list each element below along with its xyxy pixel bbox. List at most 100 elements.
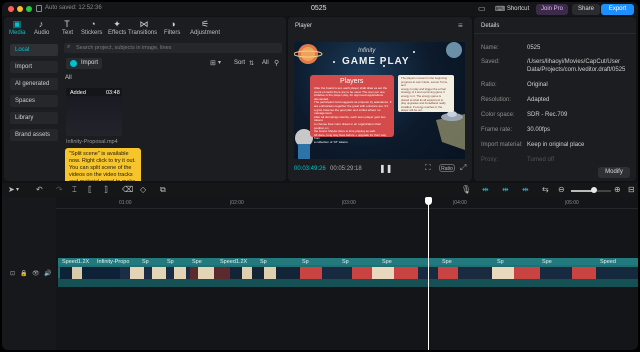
layout-icon[interactable]: ▭ [478, 4, 486, 13]
detail-value-name: 0525 [527, 45, 541, 51]
stickers-icon[interactable]: ◔ [87, 20, 99, 29]
microphone-icon[interactable]: 🎙 [461, 186, 471, 194]
track-lock-icon[interactable]: ⊡ [10, 270, 15, 277]
playhead-handle[interactable] [425, 197, 432, 205]
detail-key-import-material: Import material: [481, 142, 523, 148]
playhead[interactable] [428, 198, 429, 350]
tab-stickers[interactable]: Stickers [81, 30, 102, 36]
sort-icon[interactable]: ⇅ [249, 60, 254, 67]
clip-label: Sp [167, 259, 174, 265]
close-window-button[interactable] [8, 6, 14, 12]
time-tick: |03:00 [342, 200, 356, 206]
undo-icon[interactable]: ↶ [36, 186, 43, 194]
video-preview[interactable]: Infinity GAME PLAY Players After the boa… [294, 42, 465, 159]
media-icon[interactable]: ▣ [11, 20, 23, 29]
detail-key-color-space: Color space: [481, 112, 515, 118]
sort-button[interactable]: Sort [234, 60, 245, 66]
clip-label: Speed [600, 259, 616, 265]
filter-icon[interactable]: ⚲ [274, 59, 279, 67]
tab-media[interactable]: Media [9, 30, 25, 36]
detail-value-color-space: SDR - Rec.709 [527, 112, 568, 118]
split-left-icon[interactable]: ⟦ [88, 186, 92, 194]
mark-icon[interactable]: ◇ [140, 186, 146, 194]
track-visibility-icon[interactable]: 👁 [32, 270, 40, 277]
filters-icon[interactable]: ◑ [167, 20, 179, 29]
import-icon [70, 60, 77, 67]
ratio-button[interactable]: Ratio [439, 164, 455, 172]
split-right-icon[interactable]: ⟧ [104, 186, 108, 194]
redo-icon[interactable]: ↷ [56, 186, 63, 194]
play-button[interactable]: ❚❚ [379, 164, 392, 173]
clip-label: Spe [382, 259, 392, 265]
zoom-slider-handle[interactable] [591, 187, 597, 193]
tab-adjustment[interactable]: Adjustment [190, 30, 220, 36]
minimize-window-button[interactable] [17, 6, 23, 12]
shortcut-button[interactable]: Shortcut [502, 4, 534, 15]
tab-filters[interactable]: Filters [164, 30, 180, 36]
detail-key-ratio: Ratio: [481, 82, 497, 88]
clip-thumb [438, 267, 458, 279]
zoom-out-icon[interactable]: ⊖ [558, 186, 565, 194]
sidebar-item-local[interactable]: Local [10, 44, 58, 56]
sidebar-item-spaces[interactable]: Spaces [10, 95, 58, 107]
crop-icon[interactable]: ⛶ [425, 163, 431, 173]
crop-clip-icon[interactable]: ⧉ [160, 186, 166, 194]
grid-view-icon[interactable]: ⊞ [210, 59, 216, 67]
clip-thumb [242, 267, 252, 279]
transitions-icon[interactable]: ⋈ [138, 20, 150, 29]
export-button[interactable]: Export [601, 4, 634, 15]
search-input[interactable]: ⌕ Search project, subjects in image, lin… [64, 43, 282, 53]
modify-button[interactable]: Modify [598, 167, 630, 178]
link-main-track-icon[interactable]: ⇹ [482, 186, 489, 194]
clip-thumb [372, 267, 394, 279]
audio-icon[interactable]: ♪ [35, 20, 47, 29]
menu-icon[interactable]: ≡ [458, 21, 463, 30]
select-menu-chevron-icon[interactable]: ▾ [16, 186, 19, 194]
snap-icon[interactable]: ⇹ [522, 186, 529, 194]
share-button[interactable]: Share [572, 4, 600, 15]
track-lock-toggle-icon[interactable]: 🔒 [20, 270, 27, 277]
detail-value-resolution: Adapted [527, 97, 550, 103]
clip-thumb [152, 267, 166, 279]
player-title: Player [295, 23, 313, 29]
fullscreen-icon[interactable]: ⤢ [460, 163, 466, 173]
media-clip-thumbnail[interactable]: Added 03:48 [66, 88, 122, 136]
track-audio-icon[interactable]: 🔊 [44, 270, 51, 277]
maximize-window-button[interactable] [26, 6, 32, 12]
preview-axis-icon[interactable]: ⇆ [542, 186, 549, 194]
sidebar-item-library[interactable]: Library [10, 112, 58, 124]
adjustment-icon[interactable]: ⚟ [199, 20, 211, 29]
total-time: 00:05:29:18 [330, 166, 362, 172]
import-button[interactable]: Import [66, 58, 102, 69]
zoom-slider[interactable] [571, 187, 611, 193]
sidebar-item-ai-generated[interactable]: AI generated [10, 78, 58, 90]
zoom-in-icon[interactable]: ⊕ [614, 186, 621, 194]
tab-transitions[interactable]: Transitions [128, 30, 157, 36]
text-icon[interactable]: T [61, 20, 73, 29]
sidebar-item-brand-assets[interactable]: Brand assets [10, 129, 58, 141]
join-pro-button[interactable]: Join Pro [536, 4, 568, 15]
clip-label: Spe [542, 259, 552, 265]
link-clips-icon[interactable]: ⇹ [502, 186, 509, 194]
all-filter-button[interactable]: All [262, 60, 269, 66]
slide-title-top: Infinity [358, 48, 376, 54]
clip-duration: 03:48 [106, 90, 120, 96]
split-scene-tooltip[interactable]: "Split scene" is available now. Right cl… [65, 148, 141, 181]
clip-thumb [72, 267, 82, 279]
sidebar-item-import[interactable]: Import [10, 61, 58, 73]
tab-audio[interactable]: Audio [34, 30, 49, 36]
tab-effects[interactable]: Effects [108, 30, 126, 36]
sidebar-toggle-icon[interactable] [36, 5, 42, 12]
clip-preview [66, 96, 122, 136]
fit-timeline-icon[interactable]: ⊟ [628, 186, 635, 194]
split-icon[interactable]: ⌶ [72, 186, 77, 194]
delete-icon[interactable]: ⌫ [122, 186, 133, 194]
chevron-down-icon[interactable]: ▾ [218, 59, 221, 66]
select-tool-icon[interactable]: ➤ [8, 186, 15, 194]
detail-value-import-material: Keep in original place [527, 142, 585, 148]
clip-thumb [322, 267, 352, 279]
tab-text[interactable]: Text [62, 30, 73, 36]
clip-label: Spe [192, 259, 202, 265]
clip-name: Infinity-Proposal.mp4 [66, 139, 118, 145]
effects-icon[interactable]: ✦ [111, 20, 123, 29]
